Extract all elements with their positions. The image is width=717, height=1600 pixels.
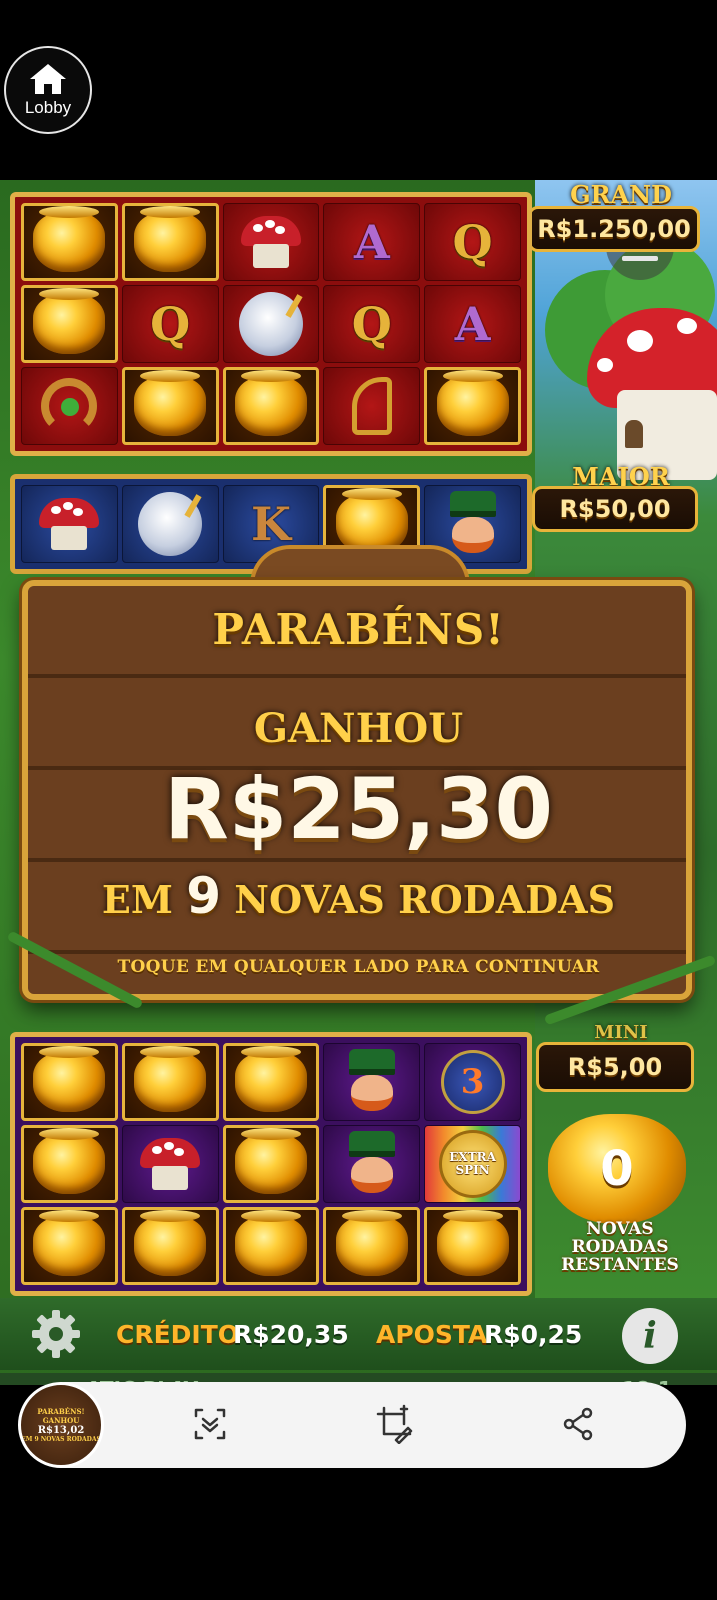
symbol-mushroom-house [222,203,320,281]
symbol-pot [323,1207,421,1285]
share-icon[interactable] [558,1404,598,1444]
symbol-star-3: 3 [424,1043,521,1121]
symbol-harp [323,367,421,445]
dialog-free-spins: EM 9 NOVAS RODADAS [0,867,717,925]
mini-title: MINI [594,1022,648,1043]
symbol-mushroom-house [121,1125,219,1203]
scroll-capture-icon[interactable] [190,1404,230,1444]
spins-remaining-count: 0 [600,1141,634,1197]
dialog-won-label: GANHOU [253,705,464,752]
spins-prefix: EM [101,877,173,922]
symbol-unicorn [222,285,320,363]
symbol-extra-spin: EXTRA SPIN [424,1125,521,1203]
grand-value: R$1.250,00 [528,206,700,252]
symbol-a: A [424,285,521,363]
home-icon [30,64,66,94]
bet-value: R$0,25 [484,1320,583,1349]
screen: Lobby GRAND R$1.250,00 MAJOR R$50,00 MIN… [0,0,717,1600]
symbol-pot [222,1207,320,1285]
symbol-pot [21,203,118,281]
symbol-pot [21,285,118,363]
credit-label: CRÉDITO [116,1320,240,1349]
symbol-pot [424,367,521,445]
dialog-title: PARABÉNS! [212,605,505,654]
lobby-label: Lobby [24,98,72,117]
symbol-leprechaun [323,1125,421,1203]
spins-suffix: NOVAS RODADAS [234,877,616,922]
symbol-pot [121,1207,219,1285]
symbol-pot [21,1125,118,1203]
win-dialog[interactable]: PARABÉNS! GANHOU R$25,30 EM 9 NOVAS RODA… [0,545,717,1026]
spins-count: 9 [186,867,221,925]
gear-icon[interactable] [30,1308,82,1360]
spins-remaining-label: NOVAS RODADAS RESTANTES [561,1219,679,1275]
dialog-win-amount: R$25,30 [164,760,553,858]
reel-grid-top: A Q Q Q A [10,192,532,456]
bet-label: APOSTA [376,1320,488,1349]
symbol-pot [424,1207,521,1285]
lobby-button[interactable]: Lobby [4,46,92,134]
symbol-q: Q [323,285,421,363]
symbol-pot [21,1207,118,1285]
grand-title: GRAND [570,180,672,209]
symbol-pot [222,1125,320,1203]
symbol-pot [121,367,219,445]
bottom-bar: CRÉDITO R$20,35 APOSTA R$0,25 i [0,1298,717,1370]
screenshot-thumbnail[interactable]: PARABÉNS! GANHOU R$13,02 EM 9 NOVAS RODA… [18,1382,104,1468]
dialog-continue-hint: TOQUE EM QUALQUER LADO PARA CONTINUAR [117,957,600,977]
symbol-pot [222,1043,320,1121]
symbol-pot [21,1043,118,1121]
symbol-pot [222,367,320,445]
symbol-pot [121,203,219,281]
info-icon[interactable]: i [622,1308,678,1364]
symbol-a: A [323,203,421,281]
symbol-q: Q [121,285,219,363]
credit-value: R$20,35 [233,1320,349,1349]
symbol-leprechaun [323,1043,421,1121]
spins-remaining-pot: 0 [548,1114,686,1224]
reel-grid-bottom: 3 EXTRA SPIN [10,1032,532,1296]
crop-edit-icon[interactable] [374,1404,414,1444]
symbol-horseshoe [21,367,118,445]
mini-value: R$5,00 [536,1042,694,1092]
symbol-q: Q [424,203,521,281]
major-value: R$50,00 [532,486,698,532]
symbol-pot [121,1043,219,1121]
